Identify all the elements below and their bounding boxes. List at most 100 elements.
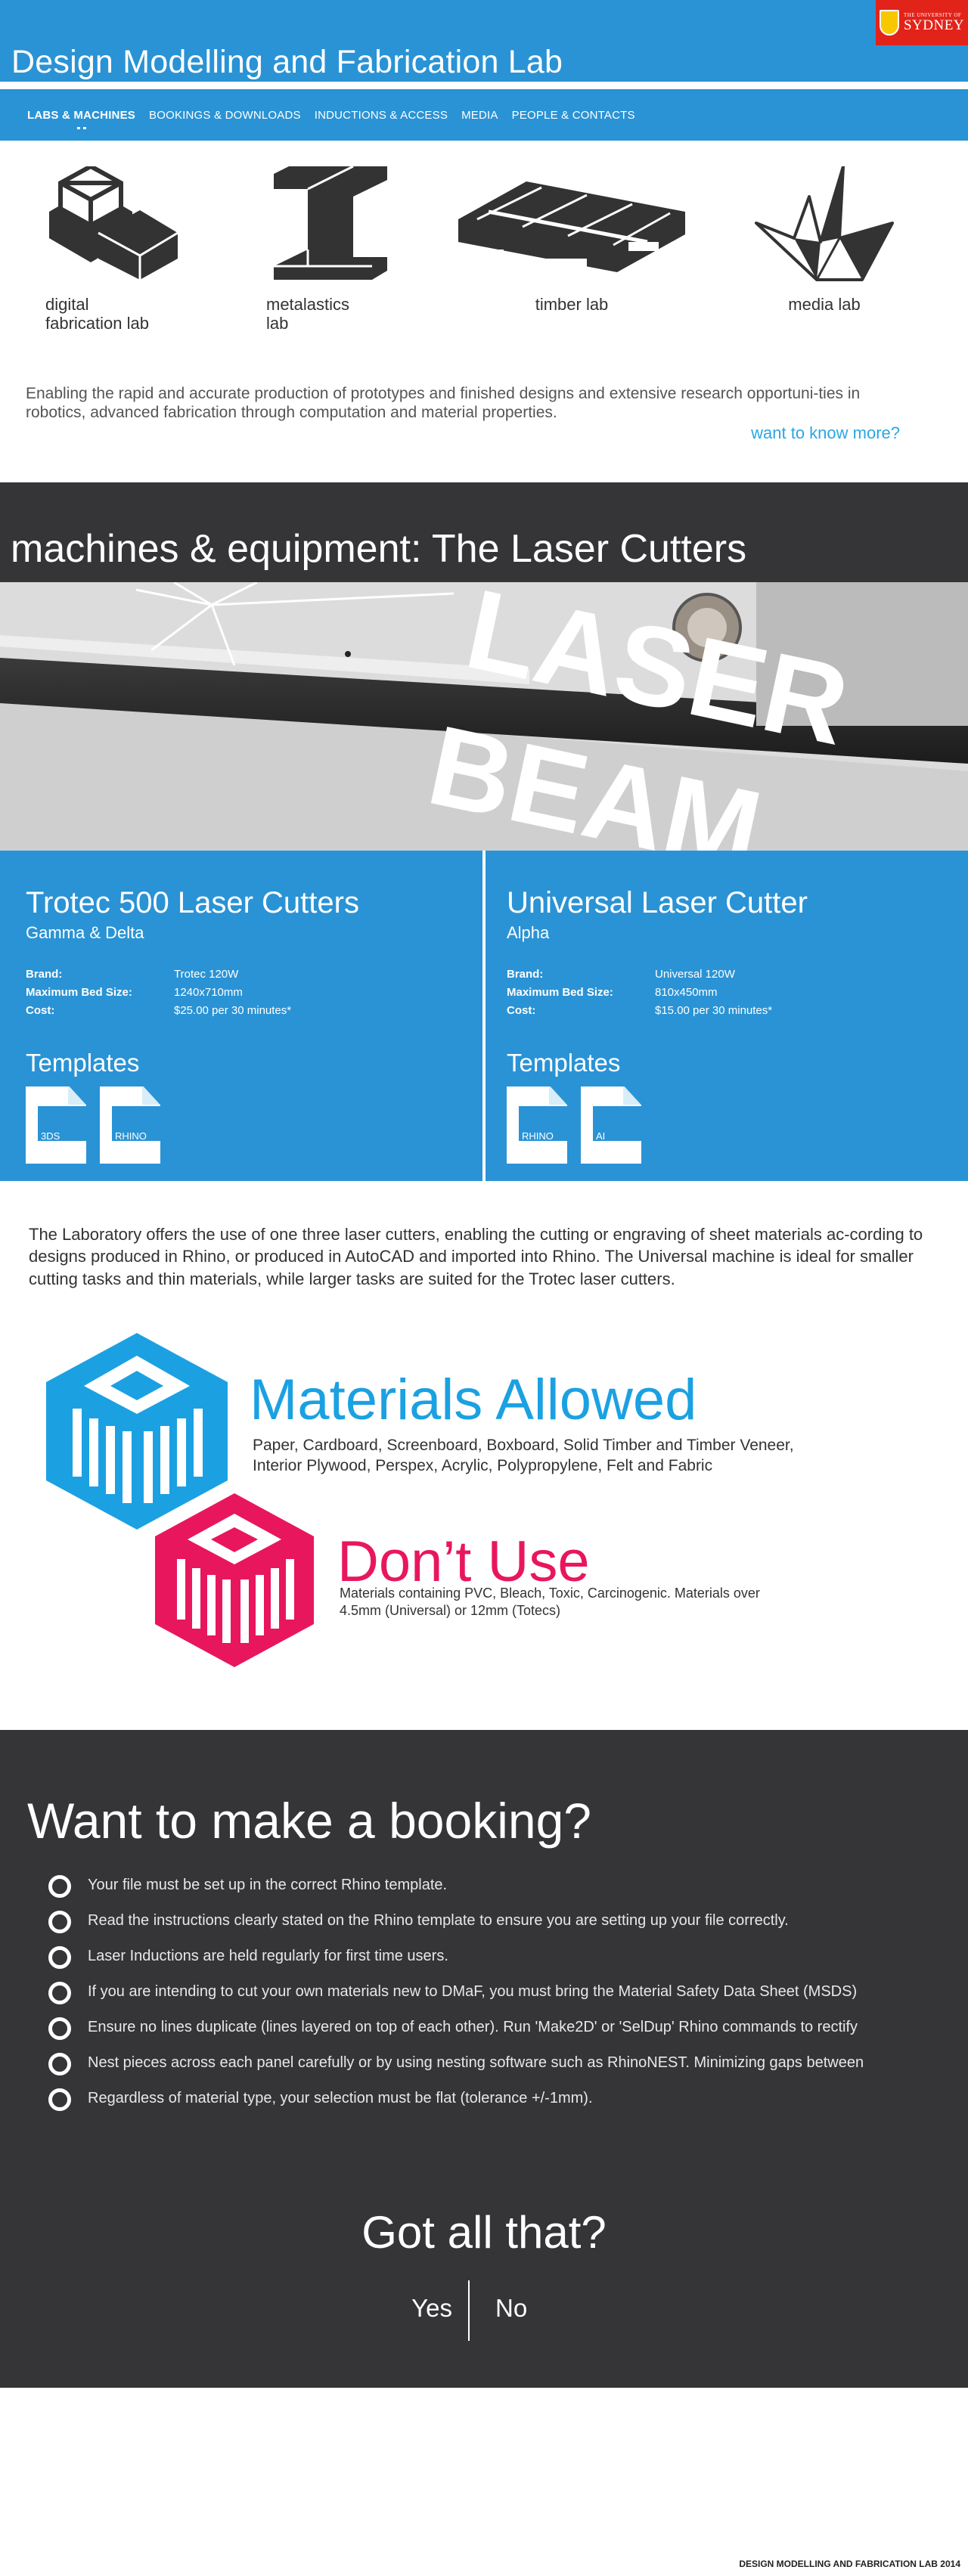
lab-timber[interactable]: timber lab (458, 166, 685, 314)
spec-key: Cost: (507, 1004, 536, 1017)
machine-sub: Gamma & Delta (26, 923, 144, 942)
spec-list: Brand: Trotec 120W Maximum Bed Size: 1240x… (26, 966, 479, 1020)
bullet-circle-icon (48, 2088, 71, 2111)
no-button[interactable]: No (495, 2294, 527, 2323)
list-item: Regardless of material type, your select… (48, 2088, 933, 2111)
materials-section: Materials Allowed Paper, Cardboard, Scre… (0, 1316, 968, 1694)
bullet-circle-icon (48, 2017, 71, 2040)
rule-text: Regardless of material type, your select… (88, 2090, 593, 2106)
list-item: Laser Inductions are held regularly for … (48, 1946, 933, 1969)
machine-card-trotec: Trotec 500 Laser Cutters Gamma & Delta B… (26, 851, 479, 1181)
main-nav: LABS & MACHINES BOOKINGS & DOWNLOADS IND… (0, 89, 968, 141)
yes-button[interactable]: Yes (411, 2294, 452, 2323)
dont-use-icon (155, 1493, 314, 1667)
confirmation-choices: Yes No (0, 2280, 968, 2341)
materials-allowed-text: Paper, Cardboard, Screenboard, Boxboard,… (253, 1437, 794, 1475)
machine-card-universal: Universal Laser Cutter Alpha Brand: Unive… (507, 851, 945, 1181)
booking-title: Want to make a booking? (27, 1793, 591, 1849)
cube-stack-icon (49, 166, 178, 280)
rule-text: Laser Inductions are held regularly for … (88, 1948, 448, 1964)
lab-metalastics[interactable]: metalastics lab (266, 166, 395, 333)
lab-label: digital fabrication lab (45, 295, 182, 333)
booking-rules: Your file must be set up in the correct … (48, 1875, 933, 2124)
nav-media[interactable]: MEDIA (461, 109, 498, 122)
bullet-circle-icon (48, 1946, 71, 1969)
rule-text: Nest pieces across each panel carefully … (88, 2054, 864, 2071)
templates-heading: Templates (26, 1049, 140, 1077)
lab-label-text: digital fabrication lab (45, 295, 149, 333)
spec-key: Cost: (26, 1004, 55, 1017)
template-ai-download[interactable]: AI (581, 1087, 641, 1164)
intro-text: Enabling the rapid and accurate producti… (26, 385, 861, 422)
booking-section: Want to make a booking? Your file must b… (0, 1730, 968, 2388)
university-logo[interactable]: THE UNIVERSITY OF SYDNEY (876, 0, 968, 45)
paper-crane-icon (755, 166, 894, 281)
list-item: Ensure no lines duplicate (lines layered… (48, 2017, 933, 2040)
laser-description: The Laboratory offers the use of one thr… (29, 1225, 923, 1288)
spec-value: Trotec 120W (174, 968, 239, 981)
pallet-icon (458, 181, 685, 272)
rule-text: Read the instructions clearly stated on … (88, 1912, 789, 1929)
lab-label-text: metalastics lab (266, 295, 350, 333)
spec-value: $15.00 per 30 minutes* (655, 1004, 773, 1017)
dont-use-text: Materials containing PVC, Bleach, Toxic,… (340, 1586, 760, 1619)
nav-labs-machines[interactable]: LABS & MACHINES (27, 109, 135, 129)
spec-list: Brand: Universal 120W Maximum Bed Size: 81… (507, 966, 945, 1020)
list-item: If you are intending to cut your own mat… (48, 1982, 933, 2004)
spec-key: Brand: (507, 968, 544, 981)
lab-digital-fabrication[interactable]: digital fabrication lab (45, 166, 182, 333)
spec-key: Brand: (26, 968, 63, 981)
confirmation-question: Got all that? (361, 2207, 607, 2258)
rule-text: Ensure no lines duplicate (lines layered… (88, 2019, 858, 2035)
bullet-circle-icon (48, 1875, 71, 1898)
logo-large-text: SYDNEY (903, 17, 965, 33)
template-label: RHINO (115, 1130, 147, 1142)
crest-icon (879, 10, 899, 36)
footer-text: DESIGN MODELLING AND FABRICATION LAB 201… (739, 2559, 960, 2569)
spec-value: 1240x710mm (174, 986, 243, 999)
template-rhino-download[interactable]: RHINO (100, 1087, 160, 1164)
template-label: AI (596, 1130, 606, 1142)
spec-key: Maximum Bed Size: (26, 986, 132, 999)
template-label: 3DS (41, 1130, 60, 1142)
machines-header: machines & equipment: The Laser Cutters (0, 482, 968, 582)
nav-people-contacts[interactable]: PEOPLE & CONTACTS (512, 109, 635, 122)
nav-bookings-downloads[interactable]: BOOKINGS & DOWNLOADS (149, 109, 301, 122)
list-item: Read the instructions clearly stated on … (48, 1911, 933, 1933)
lab-label: media lab (749, 295, 900, 314)
machines-specs: Trotec 500 Laser Cutters Gamma & Delta B… (0, 851, 968, 1181)
bullet-circle-icon (48, 2053, 71, 2075)
template-3ds-download[interactable]: 3DS (26, 1087, 86, 1164)
spec-value: Universal 120W (655, 968, 735, 981)
site-title[interactable]: Design Modelling and Fabrication Lab (11, 44, 563, 81)
lab-label: metalastics lab (266, 295, 395, 333)
lab-media[interactable]: media lab (749, 166, 900, 314)
list-item: Nest pieces across each panel carefully … (48, 2053, 933, 2075)
labs-section: digital fabrication lab metalastics lab … (0, 141, 968, 481)
rule-text: If you are intending to cut your own mat… (88, 1983, 858, 2000)
list-item: Your file must be set up in the correct … (48, 1875, 933, 1898)
machine-name: Universal Laser Cutter (507, 886, 808, 919)
template-rhino-download[interactable]: RHINO (507, 1087, 567, 1164)
materials-allowed-title: Materials Allowed (250, 1368, 697, 1432)
machine-sub: Alpha (507, 923, 550, 942)
machine-name: Trotec 500 Laser Cutters (26, 886, 359, 919)
rule-text: Your file must be set up in the correct … (88, 1877, 448, 1893)
column-divider (482, 851, 486, 1181)
spec-key: Maximum Bed Size: (507, 986, 613, 999)
bullet-circle-icon (48, 1982, 71, 2004)
bullet-circle-icon (48, 1911, 71, 1933)
templates-heading: Templates (507, 1049, 621, 1077)
lab-label: timber lab (458, 295, 685, 314)
section-title: machines & equipment: The Laser Cutters (11, 527, 747, 571)
laser-hero-image: LASER BEAM (0, 582, 968, 851)
template-label: RHINO (522, 1130, 554, 1142)
site-header: THE UNIVERSITY OF SYDNEY Design Modellin… (0, 0, 968, 86)
nav-inductions-access[interactable]: INDUCTIONS & ACCESS (315, 109, 448, 122)
i-beam-icon (274, 166, 387, 280)
want-to-know-more-link[interactable]: want to know more? (751, 423, 900, 443)
laser-beam-illustration: LASER BEAM (0, 582, 968, 851)
spec-value: $25.00 per 30 minutes* (174, 1004, 292, 1017)
lab-label-text: timber lab (535, 295, 609, 314)
lab-label-text: media lab (788, 295, 861, 314)
